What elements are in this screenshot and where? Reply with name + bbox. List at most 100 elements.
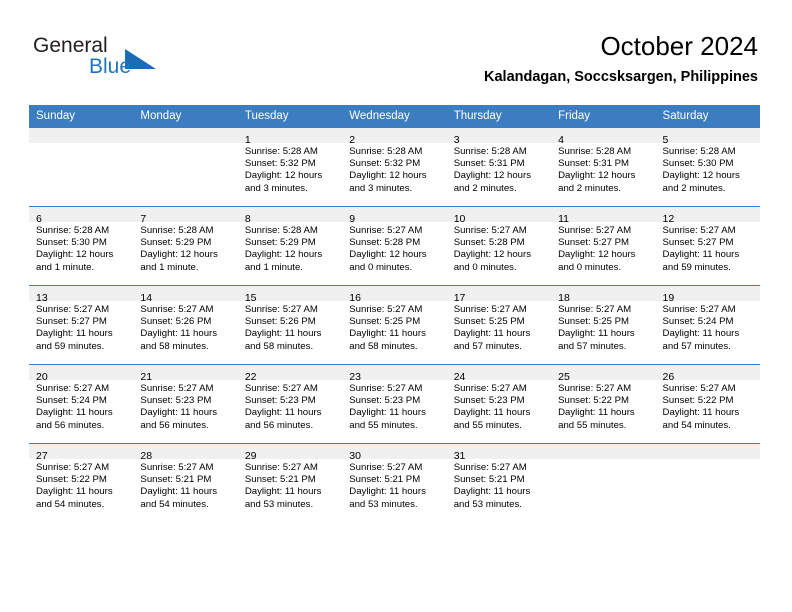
daylight-text-line1: Daylight: 11 hours: [349, 486, 426, 498]
day-detail-lines: Sunrise: 5:28 AM Sunset: 5:30 PM Daylight:…: [29, 222, 133, 274]
sunset-text: Sunset: 5:26 PM: [244, 316, 316, 328]
calendar-day-cell[interactable]: 25 Sunrise: 5:27 AM Sunset: 5:22 PM Dayligh…: [551, 364, 656, 444]
day-cell-inner: 25 Sunrise: 5:27 AM Sunset: 5:22 PM Dayligh…: [551, 365, 656, 443]
daylight-text-line1: Daylight: 12 hours: [453, 249, 532, 261]
day-cell-inner: 8 Sunrise: 5:28 AM Sunset: 5:29 PM Daylight…: [237, 207, 343, 285]
day-cell-inner: 22 Sunrise: 5:27 AM Sunset: 5:23 PM Dayligh…: [237, 365, 343, 443]
sunrise-text: Sunrise: 5:27 AM: [558, 383, 632, 394]
calendar-day-cell[interactable]: 8 Sunrise: 5:28 AM Sunset: 5:29 PM Daylight…: [237, 206, 343, 286]
day-detail-lines: [133, 143, 237, 146]
calendar-day-cell[interactable]: 15 Sunrise: 5:27 AM Sunset: 5:26 PM Dayligh…: [237, 285, 343, 365]
calendar-day-cell[interactable]: 17 Sunrise: 5:27 AM Sunset: 5:25 PM Dayligh…: [446, 285, 552, 365]
day-number-band: [655, 444, 760, 459]
calendar-day-cell[interactable]: 13 Sunrise: 5:27 AM Sunset: 5:27 PM Dayligh…: [29, 285, 134, 365]
calendar-day-cell[interactable]: 27 Sunrise: 5:27 AM Sunset: 5:22 PM Dayligh…: [29, 443, 134, 522]
day-number: 31: [453, 450, 466, 462]
sunset-text: Sunset: 5:24 PM: [36, 395, 107, 407]
daylight-text-line2: and 54 minutes.: [140, 498, 209, 510]
day-number-band: 27: [29, 444, 134, 462]
day-detail-lines: [551, 459, 655, 462]
sunrise-text: Sunrise: 5:27 AM: [349, 383, 423, 394]
calendar-week-row: 20 Sunrise: 5:27 AM Sunset: 5:24 PM Dayligh…: [29, 364, 760, 444]
daylight-text-line2: and 54 minutes.: [36, 498, 105, 510]
weekday-header-saturday: Saturday: [655, 105, 760, 128]
daylight-text-line1: Daylight: 11 hours: [349, 328, 426, 340]
calendar-week-row: 6 Sunrise: 5:28 AM Sunset: 5:30 PM Daylight…: [29, 206, 760, 286]
calendar-day-cell[interactable]: 9 Sunrise: 5:27 AM Sunset: 5:28 PM Daylight…: [342, 206, 447, 286]
day-detail-lines: Sunrise: 5:28 AM Sunset: 5:29 PM Daylight:…: [238, 222, 342, 274]
day-number: 10: [453, 213, 466, 225]
sunset-text: Sunset: 5:31 PM: [453, 158, 525, 170]
sunrise-text: Sunrise: 5:27 AM: [349, 462, 423, 473]
calendar-day-cell[interactable]: 22 Sunrise: 5:27 AM Sunset: 5:23 PM Dayligh…: [237, 364, 343, 444]
sunrise-text: Sunrise: 5:27 AM: [140, 462, 214, 473]
calendar-day-cell[interactable]: 5 Sunrise: 5:28 AM Sunset: 5:30 PM Daylight…: [655, 127, 760, 207]
day-cell-inner: 21 Sunrise: 5:27 AM Sunset: 5:23 PM Dayligh…: [133, 365, 238, 443]
day-cell-inner: 28 Sunrise: 5:27 AM Sunset: 5:21 PM Dayligh…: [133, 444, 238, 522]
calendar-day-cell[interactable]: 28 Sunrise: 5:27 AM Sunset: 5:21 PM Dayligh…: [133, 443, 238, 522]
day-cell-inner: 15 Sunrise: 5:27 AM Sunset: 5:26 PM Dayligh…: [237, 286, 343, 364]
calendar-day-cell[interactable]: 18 Sunrise: 5:27 AM Sunset: 5:25 PM Dayligh…: [551, 285, 656, 365]
sunset-text: Sunset: 5:29 PM: [140, 237, 212, 249]
calendar-day-cell[interactable]: 6 Sunrise: 5:28 AM Sunset: 5:30 PM Daylight…: [29, 206, 134, 286]
day-cell-inner: 19 Sunrise: 5:27 AM Sunset: 5:24 PM Dayligh…: [655, 286, 760, 364]
day-number: 4: [558, 134, 564, 146]
daylight-text-line2: and 57 minutes.: [453, 340, 522, 352]
day-cell-inner: 16 Sunrise: 5:27 AM Sunset: 5:25 PM Dayligh…: [342, 286, 447, 364]
sunset-text: Sunset: 5:21 PM: [349, 474, 421, 486]
calendar-week-row: 13 Sunrise: 5:27 AM Sunset: 5:27 PM Dayligh…: [29, 285, 760, 365]
day-cell-inner: 24 Sunrise: 5:27 AM Sunset: 5:23 PM Dayligh…: [446, 365, 552, 443]
day-detail-lines: Sunrise: 5:27 AM Sunset: 5:24 PM Daylight:…: [29, 380, 133, 432]
day-number-band: 19: [655, 286, 760, 304]
page-header: General Blue October 2024 Kalandagan, So…: [0, 0, 792, 100]
day-number-band: 7: [133, 207, 238, 225]
general-blue-logo[interactable]: General Blue: [33, 34, 203, 86]
calendar-day-cell[interactable]: 26 Sunrise: 5:27 AM Sunset: 5:22 PM Dayligh…: [655, 364, 760, 444]
day-number-band: 9: [342, 207, 447, 225]
day-detail-lines: [29, 143, 133, 146]
sunrise-text: Sunrise: 5:27 AM: [244, 462, 318, 473]
calendar-day-cell[interactable]: 31 Sunrise: 5:27 AM Sunset: 5:21 PM Dayligh…: [446, 443, 552, 522]
daylight-text-line1: Daylight: 12 hours: [558, 170, 636, 182]
daylight-text-line2: and 0 minutes.: [349, 261, 413, 273]
day-number: 30: [349, 450, 361, 462]
day-number-band: 12: [655, 207, 760, 225]
sunrise-text: Sunrise: 5:28 AM: [244, 146, 318, 157]
calendar-day-cell[interactable]: 14 Sunrise: 5:27 AM Sunset: 5:26 PM Dayligh…: [133, 285, 238, 365]
calendar-day-cell[interactable]: 11 Sunrise: 5:27 AM Sunset: 5:27 PM Dayligh…: [551, 206, 656, 286]
sunset-text: Sunset: 5:24 PM: [662, 316, 734, 328]
sunrise-text: Sunrise: 5:27 AM: [453, 304, 527, 315]
daylight-text-line1: Daylight: 11 hours: [662, 328, 740, 340]
daylight-text-line1: Daylight: 11 hours: [140, 328, 218, 340]
day-detail-lines: Sunrise: 5:27 AM Sunset: 5:24 PM Daylight:…: [656, 301, 760, 353]
sunrise-text: Sunrise: 5:27 AM: [36, 383, 110, 394]
calendar-day-cell[interactable]: 30 Sunrise: 5:27 AM Sunset: 5:21 PM Dayligh…: [342, 443, 447, 522]
daylight-text-line1: Daylight: 11 hours: [453, 407, 531, 419]
calendar-day-cell[interactable]: 29 Sunrise: 5:27 AM Sunset: 5:21 PM Dayligh…: [237, 443, 343, 522]
calendar-day-cell[interactable]: 23 Sunrise: 5:27 AM Sunset: 5:23 PM Dayligh…: [342, 364, 447, 444]
calendar-day-cell[interactable]: 10 Sunrise: 5:27 AM Sunset: 5:28 PM Dayligh…: [446, 206, 552, 286]
calendar-day-cell-empty: [133, 127, 238, 207]
day-detail-lines: Sunrise: 5:27 AM Sunset: 5:26 PM Daylight:…: [133, 301, 237, 353]
daylight-text-line1: Daylight: 12 hours: [244, 170, 323, 182]
calendar-day-cell[interactable]: 21 Sunrise: 5:27 AM Sunset: 5:23 PM Dayligh…: [133, 364, 238, 444]
day-detail-lines: Sunrise: 5:27 AM Sunset: 5:21 PM Daylight:…: [342, 459, 446, 511]
calendar-day-cell[interactable]: 4 Sunrise: 5:28 AM Sunset: 5:31 PM Daylight…: [551, 127, 656, 207]
daylight-text-line1: Daylight: 11 hours: [453, 486, 531, 498]
sunrise-text: Sunrise: 5:28 AM: [558, 146, 632, 157]
title-block: October 2024 Kalandagan, Soccsksargen, P…: [484, 30, 758, 87]
calendar-day-cell[interactable]: 19 Sunrise: 5:27 AM Sunset: 5:24 PM Dayligh…: [655, 285, 760, 365]
day-detail-lines: Sunrise: 5:27 AM Sunset: 5:25 PM Daylight:…: [342, 301, 446, 353]
calendar-day-cell[interactable]: 7 Sunrise: 5:28 AM Sunset: 5:29 PM Daylight…: [133, 206, 238, 286]
day-detail-lines: Sunrise: 5:27 AM Sunset: 5:21 PM Daylight:…: [133, 459, 237, 511]
calendar-day-cell[interactable]: 20 Sunrise: 5:27 AM Sunset: 5:24 PM Dayligh…: [29, 364, 134, 444]
calendar-day-cell[interactable]: 12 Sunrise: 5:27 AM Sunset: 5:27 PM Dayligh…: [655, 206, 760, 286]
day-number: 5: [662, 134, 669, 146]
calendar-day-cell[interactable]: 2 Sunrise: 5:28 AM Sunset: 5:32 PM Daylight…: [342, 127, 447, 207]
daylight-text-line1: Daylight: 12 hours: [36, 249, 114, 261]
calendar-day-cell[interactable]: 16 Sunrise: 5:27 AM Sunset: 5:25 PM Dayligh…: [342, 285, 447, 365]
calendar-day-cell[interactable]: 1 Sunrise: 5:28 AM Sunset: 5:32 PM Daylight…: [237, 127, 343, 207]
calendar-day-cell[interactable]: 3 Sunrise: 5:28 AM Sunset: 5:31 PM Daylight…: [446, 127, 552, 207]
calendar-day-cell[interactable]: 24 Sunrise: 5:27 AM Sunset: 5:23 PM Dayligh…: [446, 364, 552, 444]
sunrise-text: Sunrise: 5:27 AM: [36, 462, 110, 473]
